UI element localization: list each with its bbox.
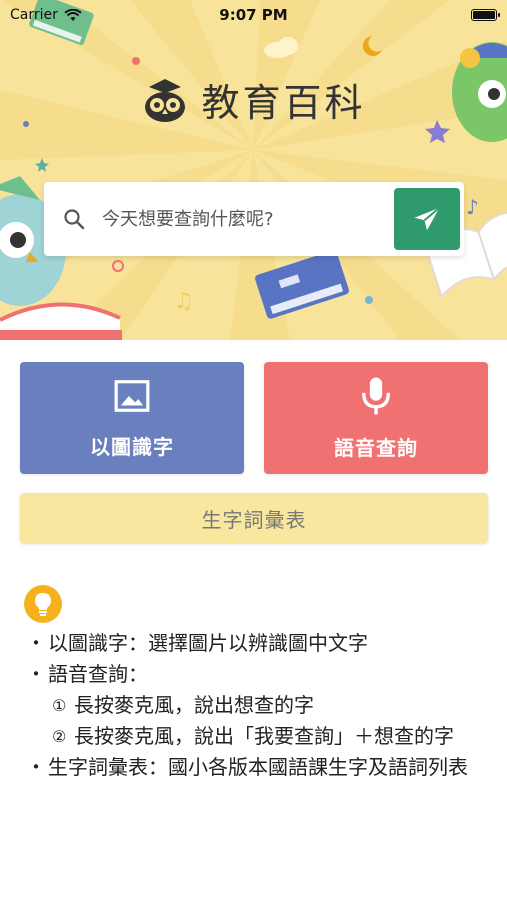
battery-icon bbox=[471, 9, 500, 21]
microphone-icon bbox=[362, 377, 390, 414]
search-bar bbox=[44, 182, 464, 256]
svg-text:♪: ♪ bbox=[466, 195, 479, 219]
status-bar: Carrier 9:07 PM bbox=[0, 0, 507, 30]
carrier-label: Carrier bbox=[10, 7, 58, 23]
decorative-illustration: ♫ ♪ bbox=[0, 0, 507, 340]
hero-banner: ♫ ♪ Carrier 9:07 PM 教育百科 今天想要查詢什麼呢? bbox=[0, 0, 507, 340]
vocabulary-list-label: 生字詞彙表 bbox=[201, 507, 307, 532]
wifi-icon bbox=[64, 8, 82, 21]
owl-logo-icon bbox=[145, 78, 186, 122]
image-icon bbox=[114, 379, 150, 412]
send-button[interactable] bbox=[394, 188, 460, 250]
voice-search-button[interactable]: 語音查詢 bbox=[264, 362, 488, 474]
image-recognition-label: 以圖識字 bbox=[90, 434, 174, 459]
action-buttons: 以圖識字 語音查詢 bbox=[20, 362, 488, 474]
help-subitem-2: ② 長按麥克風，說出「我要查詢」＋想查的字 bbox=[52, 724, 454, 748]
svg-text:♫: ♫ bbox=[174, 289, 194, 314]
voice-search-label: 語音查詢 bbox=[334, 435, 418, 460]
vocabulary-list-button[interactable]: 生字詞彙表 bbox=[20, 493, 488, 543]
help-item-image: ・ 以圖識字：選擇圖片以辨識圖中文字 bbox=[26, 631, 368, 655]
search-input[interactable] bbox=[86, 208, 394, 230]
paper-plane-icon bbox=[414, 207, 441, 231]
app-logo: 教育百科 bbox=[0, 72, 507, 127]
search-icon bbox=[64, 209, 85, 230]
image-recognition-button[interactable]: 以圖識字 bbox=[20, 362, 244, 474]
lightbulb-icon bbox=[24, 585, 62, 623]
help-section: ・ 以圖識字：選擇圖片以辨識圖中文字 ・ 語音查詢： ① 長按麥克風，說出想查的… bbox=[26, 628, 488, 783]
app-title: 教育百科 bbox=[201, 81, 366, 125]
help-item-voice: ・ 語音查詢： bbox=[26, 662, 148, 686]
help-subitem-1: ① 長按麥克風，說出想查的字 bbox=[52, 693, 314, 717]
help-item-vocab: ・ 生字詞彙表：國小各版本國語課生字及語詞列表 bbox=[26, 755, 468, 779]
